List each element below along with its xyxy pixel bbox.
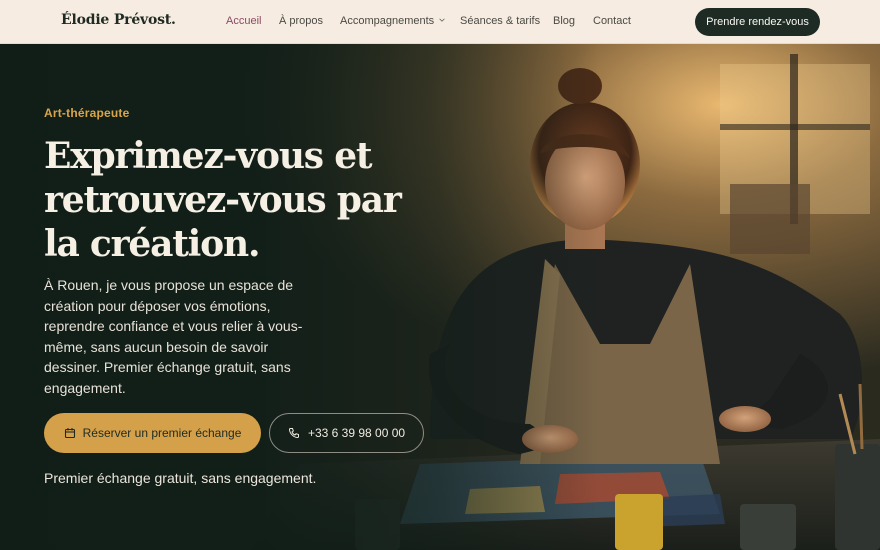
- chevron-down-icon: [439, 18, 445, 22]
- book-first-call-button[interactable]: Réserver un premier échange: [44, 413, 261, 453]
- hero-description: À Rouen, je vous propose un espace de cr…: [44, 277, 303, 396]
- hero-section: Art-thérapeute Exprimez-vous et retrouve…: [0, 44, 880, 550]
- phone-icon: [288, 428, 299, 439]
- phone-call-button[interactable]: +33 6 39 98 00 00: [269, 413, 424, 453]
- nav-item-accompagnements[interactable]: Accompagnements: [340, 15, 445, 27]
- nav-item-blog[interactable]: Blog: [553, 15, 575, 27]
- nav-item-accompagnements-label: Accompagnements: [340, 15, 435, 27]
- hero-footnote: Premier échange gratuit, sans engagement…: [44, 470, 317, 486]
- nav-item-a-propos[interactable]: À propos: [279, 15, 323, 27]
- nav-item-contact[interactable]: Contact: [593, 15, 631, 27]
- hero-title: Exprimez-vous et retrouvez-vous par la c…: [44, 135, 402, 265]
- hero-eyebrow: Art-thérapeute: [44, 106, 130, 120]
- nav-item-accueil[interactable]: Accueil: [226, 15, 261, 27]
- book-first-call-label: Réserver un premier échange: [82, 426, 242, 440]
- phone-number-label: +33 6 39 98 00 00: [307, 426, 406, 440]
- calendar-icon: [64, 428, 75, 439]
- nav-item-seances-tarifs[interactable]: Séances & tarifs: [460, 15, 540, 27]
- site-header: Élodie Prévost. Accueil À propos Accompa…: [0, 0, 880, 44]
- book-appointment-button[interactable]: Prendre rendez-vous: [695, 8, 820, 36]
